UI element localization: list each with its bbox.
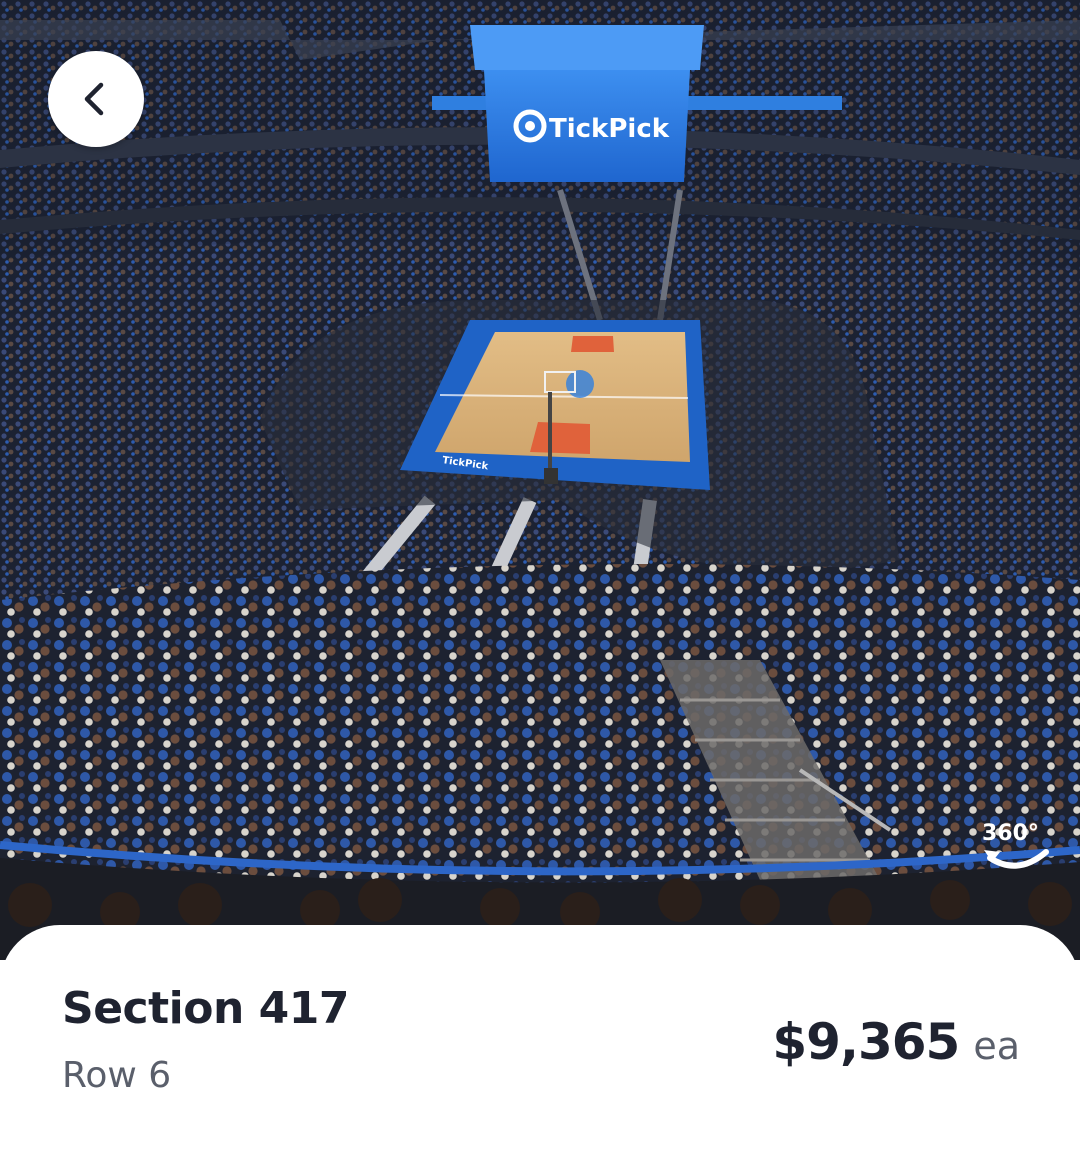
section-label: Section 417: [62, 983, 349, 1034]
price-unit: ea: [973, 1024, 1020, 1068]
price-block: $9,365 ea: [772, 1013, 1020, 1071]
price-value: $9,365: [772, 1013, 960, 1071]
back-button[interactable]: [48, 51, 144, 147]
chevron-left-icon: [84, 82, 104, 116]
rotate-360-icon: 360°: [982, 821, 1049, 869]
arena-illustration: TickPick TickPick: [0, 0, 1080, 960]
arena-seat-view[interactable]: TickPick TickPick 360°: [0, 0, 1080, 960]
jumbotron-brand: TickPick: [549, 114, 670, 144]
view-360-button[interactable]: 360°: [978, 810, 1060, 880]
view-360-label: 360°: [982, 821, 1039, 846]
row-label: Row 6: [62, 1055, 172, 1096]
listing-card[interactable]: Section 417 Row 6 $9,365 ea: [0, 925, 1080, 1169]
